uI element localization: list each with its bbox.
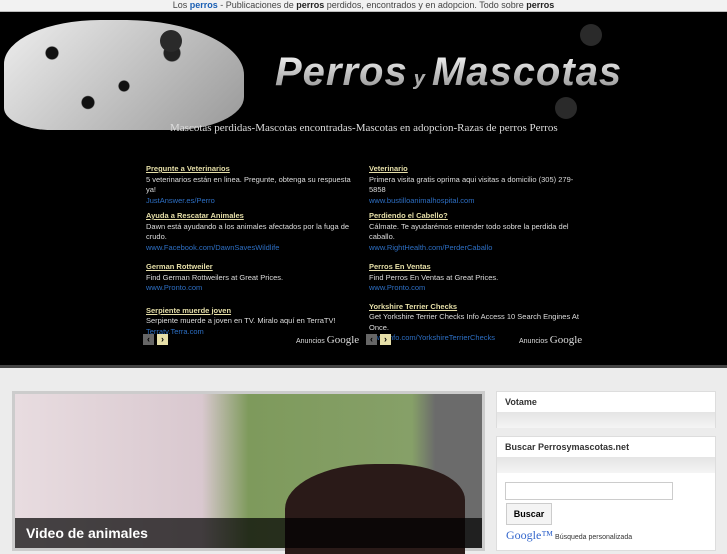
- ad-item: Perdiendo el Cabello? Cálmate. Te ayudaré…: [369, 211, 584, 253]
- ad-item: Pregunte a Veterinarios 5 veterinarios es…: [146, 164, 361, 206]
- ad-url[interactable]: JustAnswer.es/Perro: [146, 196, 361, 207]
- ad-title[interactable]: Perros En Ventas: [369, 262, 584, 273]
- search-input[interactable]: [505, 482, 673, 500]
- ad-item: Veterinario Primera visita gratis oprima …: [369, 164, 584, 206]
- widget-strip: [497, 457, 715, 473]
- votame-widget: Votame: [496, 391, 716, 428]
- next-ad-button[interactable]: ›: [157, 334, 168, 345]
- ad-item: German Rottweiler Find German Rottweilers…: [146, 262, 361, 294]
- ads-left-nav: ‹ ›: [143, 334, 168, 345]
- next-ad-button[interactable]: ›: [380, 334, 391, 345]
- video-feature[interactable]: Video de animales: [12, 391, 485, 554]
- paw-icon: [580, 24, 602, 46]
- custom-search-label: Búsqueda personalizada: [555, 534, 633, 541]
- widget-title: Buscar Perrosymascotas.net: [505, 442, 630, 452]
- ad-desc: Find German Rottweilers at Great Prices.: [146, 272, 284, 282]
- ad-url[interactable]: www.Facebook.com/DawnSavesWildlife: [146, 243, 361, 254]
- tagline: Mascotas perdidas-Mascotas encontradas-M…: [170, 122, 558, 134]
- google-logo: Google™: [506, 528, 554, 542]
- ad-desc: 5 veterinarios están en linea. Pregunte,…: [146, 174, 351, 195]
- ad-url[interactable]: www.Pronto.com: [146, 283, 361, 294]
- top-bar: Los perros - Publicaciones de perros per…: [0, 0, 727, 12]
- ad-desc: Get Yorkshire Terrier Checks Info Access…: [369, 312, 579, 332]
- search-widget: Buscar Perrosymascotas.net Buscar Google…: [496, 436, 716, 551]
- ads-right: Veterinario Primera visita gratis oprima …: [369, 164, 584, 349]
- topbar-text: - Publicaciones de: [217, 0, 297, 10]
- ad-item: Perros En Ventas Find Perros En Ventas at…: [369, 262, 584, 294]
- topbar-text: perdidos, encontrados y en adopcion. Tod…: [324, 0, 527, 10]
- google-ads-label[interactable]: Anuncios Google: [519, 334, 582, 346]
- ad-title[interactable]: Veterinario: [369, 164, 584, 175]
- search-button[interactable]: Buscar: [506, 503, 552, 525]
- topbar-bold: perros: [526, 0, 555, 10]
- ad-title[interactable]: German Rottweiler: [146, 262, 361, 273]
- ad-desc: Primera visita gratis oprima aqui visita…: [369, 174, 574, 195]
- ad-item: Ayuda a Rescatar Animales Dawn está ayuda…: [146, 211, 361, 253]
- divider: [0, 365, 727, 368]
- ad-desc: Cálmate. Te ayudarémos entender todo sob…: [369, 221, 569, 242]
- site-logo: Perros y Mascotas: [275, 50, 623, 94]
- topbar-bold: perros: [296, 0, 325, 10]
- ad-item: Serpiente muerde joven Serpiente muerde a…: [146, 306, 361, 338]
- ads-right-nav: ‹ ›: [366, 334, 391, 345]
- ad-desc: Dawn está ayudando a los animales afecta…: [146, 221, 350, 242]
- dalmatian-image: [4, 20, 244, 130]
- video-caption[interactable]: Video de animales: [15, 518, 482, 548]
- paw-icon: [160, 30, 182, 52]
- widget-strip: [497, 412, 715, 428]
- widget-title: Votame: [505, 397, 537, 407]
- google-custom-search: Google™ Búsqueda personalizada: [506, 528, 715, 543]
- prev-ad-button[interactable]: ‹: [143, 334, 154, 345]
- ad-url[interactable]: www.Pronto.com: [369, 283, 584, 294]
- paw-icon: [555, 97, 577, 119]
- topbar-text: Los: [172, 0, 190, 10]
- prev-ad-button[interactable]: ‹: [366, 334, 377, 345]
- ads-left: Pregunte a Veterinarios 5 veterinarios es…: [146, 164, 361, 342]
- site-banner[interactable]: Perros y Mascotas Mascotas perdidas-Mascot…: [0, 12, 727, 147]
- ad-desc: Serpiente muerde a joven en TV. Miralo a…: [146, 316, 336, 325]
- ad-title[interactable]: Ayuda a Rescatar Animales: [146, 211, 361, 222]
- perros-link[interactable]: perros: [190, 0, 218, 10]
- ad-title[interactable]: Perdiendo el Cabello?: [369, 211, 584, 222]
- video-thumbnail[interactable]: Video de animales: [15, 394, 482, 554]
- google-ads-label[interactable]: Anuncios Google: [296, 334, 359, 346]
- ad-url[interactable]: www.RightHealth.com/PerderCaballo: [369, 243, 584, 254]
- header: Perros y Mascotas Mascotas perdidas-Mascot…: [0, 12, 727, 365]
- ad-title[interactable]: Pregunte a Veterinarios: [146, 164, 361, 175]
- ad-url[interactable]: www.bustilloanimalhospital.com: [369, 196, 584, 207]
- ad-title[interactable]: Yorkshire Terrier Checks: [369, 302, 584, 313]
- ad-title[interactable]: Serpiente muerde joven: [146, 306, 361, 317]
- ad-desc: Find Perros En Ventas at Great Prices.: [369, 272, 499, 282]
